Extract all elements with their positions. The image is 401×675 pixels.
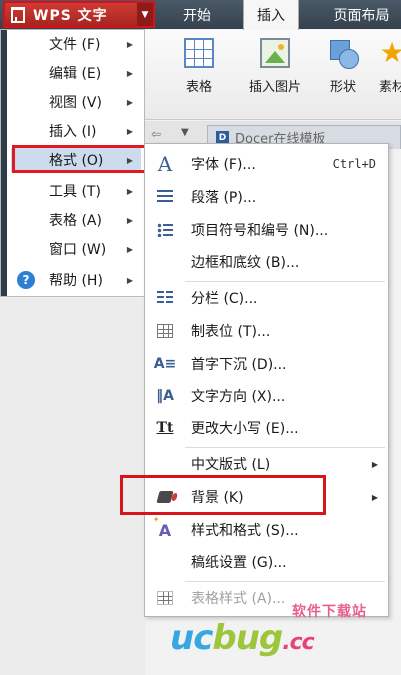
drop-cap-icon: A≡ xyxy=(153,356,177,372)
material-button-label: 素材 xyxy=(378,80,401,95)
menu-item-window[interactable]: 窗口 (W) ▶ xyxy=(11,237,141,261)
text-direction-icon: ‖A xyxy=(156,388,174,404)
menu-item-label: 插入 (I) xyxy=(49,124,97,140)
menu-item-insert[interactable]: 插入 (I) ▶ xyxy=(11,119,141,143)
tab-page-layout[interactable]: 页面布局 xyxy=(322,0,401,29)
format-item-label: 首字下沉 (D)... xyxy=(191,357,287,373)
bullet-list-icon xyxy=(156,221,174,239)
format-item-change-case[interactable]: Tt 更改大小写 (E)... xyxy=(146,413,388,443)
table-button-label: 表格 xyxy=(185,80,212,95)
menu-separator xyxy=(185,447,385,448)
tab-list-dropdown-icon[interactable]: ▼ xyxy=(181,127,189,138)
format-item-label: 项目符号和编号 (N)... xyxy=(191,223,329,239)
format-item-styles-formatting[interactable]: A 样式和格式 (S)... xyxy=(146,515,388,545)
submenu-arrow-icon: ▶ xyxy=(126,39,133,49)
help-icon: ? xyxy=(17,271,35,289)
format-item-label: 制表位 (T)... xyxy=(191,324,271,340)
format-item-label: 字体 (F)... xyxy=(191,157,256,173)
format-item-font[interactable]: A 字体 (F)... Ctrl+D xyxy=(146,149,388,179)
menu-item-help[interactable]: ? 帮助 (H) ▶ xyxy=(11,268,141,292)
format-item-borders-shading[interactable]: 边框和底纹 (B)... xyxy=(146,247,388,277)
format-item-label: 表格样式 (A)... xyxy=(191,591,286,607)
format-item-drop-cap[interactable]: A≡ 首字下沉 (D)... xyxy=(146,349,388,379)
material-button[interactable]: ★ 素材 xyxy=(377,36,401,96)
submenu-arrow-icon: ▶ xyxy=(126,275,133,285)
submenu-arrow-icon: ▶ xyxy=(126,215,133,225)
format-item-columns[interactable]: 分栏 (C)... xyxy=(146,283,388,313)
menu-item-label: 工具 (T) xyxy=(49,184,101,200)
format-item-label: 中文版式 (L) xyxy=(191,457,271,473)
format-item-bullets-numbering[interactable]: 项目符号和编号 (N)... xyxy=(146,215,388,245)
format-item-label: 文字方向 (X)... xyxy=(191,389,286,405)
columns-icon xyxy=(156,289,174,307)
format-item-label: 边框和底纹 (B)... xyxy=(191,255,300,271)
menu-item-label: 视图 (V) xyxy=(49,95,102,111)
chevron-down-icon[interactable]: ▼ xyxy=(137,3,153,26)
format-item-label: 样式和格式 (S)... xyxy=(191,523,299,539)
star-icon: ★ xyxy=(379,36,401,69)
watermark-part-cc: .cc xyxy=(282,630,314,655)
menu-item-edit[interactable]: 编辑 (E) ▶ xyxy=(11,61,141,85)
shape-button[interactable]: 形状 xyxy=(321,38,365,95)
styles-icon: A xyxy=(153,515,174,540)
menu-item-format[interactable]: 格式 (O) ▶ xyxy=(11,145,154,173)
submenu-arrow-icon: ▶ xyxy=(126,97,133,107)
menu-separator xyxy=(185,281,385,282)
watermark-part-uc: uc xyxy=(170,618,213,658)
format-item-label: 段落 (P)... xyxy=(191,190,257,206)
submenu-arrow-icon: ▶ xyxy=(371,459,378,469)
menu-item-label: 表格 (A) xyxy=(49,213,102,229)
tab-insert[interactable]: 插入 xyxy=(243,0,299,30)
menu-item-label: 格式 (O) xyxy=(49,153,104,169)
table-icon xyxy=(184,38,214,68)
format-item-label: 分栏 (C)... xyxy=(191,291,258,307)
format-item-paragraph[interactable]: 段落 (P)... xyxy=(146,182,388,212)
menu-left-strip xyxy=(1,30,7,296)
app-main-menu: 文件 (F) ▶ 编辑 (E) ▶ 视图 (V) ▶ 插入 (I) ▶ 格式 (… xyxy=(0,29,154,297)
shape-icon xyxy=(328,38,359,69)
shape-button-label: 形状 xyxy=(329,80,356,95)
menu-item-label: 窗口 (W) xyxy=(49,242,107,258)
insert-picture-label: 插入图片 xyxy=(248,80,301,95)
menu-item-table[interactable]: 表格 (A) ▶ xyxy=(11,208,141,232)
table-button[interactable]: 表格 xyxy=(179,38,219,95)
menu-item-tools[interactable]: 工具 (T) ▶ xyxy=(11,179,141,203)
wps-logo-icon xyxy=(11,6,25,23)
highlight-box-background xyxy=(120,475,326,515)
paragraph-icon xyxy=(156,188,174,206)
insert-picture-button[interactable]: 插入图片 xyxy=(240,38,310,95)
font-icon: A xyxy=(157,152,173,176)
tab-home[interactable]: 开始 xyxy=(172,0,222,29)
table-style-icon xyxy=(156,589,174,607)
submenu-arrow-icon: ▶ xyxy=(126,244,133,254)
format-submenu: A 字体 (F)... Ctrl+D 段落 (P)... 项目符号和编号 (N)… xyxy=(144,143,389,617)
shortcut-label: Ctrl+D xyxy=(332,157,376,171)
format-item-label: 更改大小写 (E)... xyxy=(191,421,299,437)
menu-item-label: 帮助 (H) xyxy=(49,273,103,289)
submenu-arrow-icon: ▶ xyxy=(126,126,133,136)
format-item-tab-stops[interactable]: 制表位 (T)... xyxy=(146,316,388,346)
ribbon-panel: 表格 插入图片 形状 ★ 素材 xyxy=(145,30,401,120)
back-arrow-icon[interactable]: ⇦ xyxy=(151,127,161,141)
menu-separator xyxy=(185,581,385,582)
submenu-arrow-icon: ▶ xyxy=(126,155,133,165)
menu-item-file[interactable]: 文件 (F) ▶ xyxy=(11,32,141,56)
submenu-arrow-icon: ▶ xyxy=(126,68,133,78)
app-title: WPS 文字 xyxy=(33,7,108,24)
submenu-arrow-icon: ▶ xyxy=(126,186,133,196)
change-case-icon: Tt xyxy=(156,420,174,436)
title-bar: WPS 文字 ▼ 开始 插入 页面布局 xyxy=(0,0,401,30)
format-item-manuscript-settings[interactable]: 稿纸设置 (G)... xyxy=(146,547,388,577)
tab-stops-icon xyxy=(156,322,174,340)
watermark-logo: ucbug.cc xyxy=(170,618,315,658)
watermark-part-bug: bug xyxy=(212,618,283,658)
menu-item-view[interactable]: 视图 (V) ▶ xyxy=(11,90,141,114)
format-item-label: 稿纸设置 (G)... xyxy=(191,555,287,571)
menu-item-label: 编辑 (E) xyxy=(49,66,102,82)
format-item-text-direction[interactable]: ‖A 文字方向 (X)... xyxy=(146,381,388,411)
picture-icon xyxy=(260,38,290,68)
submenu-arrow-icon: ▶ xyxy=(371,492,378,502)
wps-app-menu-button[interactable]: WPS 文字 ▼ xyxy=(3,1,155,28)
menu-item-label: 文件 (F) xyxy=(49,37,101,53)
